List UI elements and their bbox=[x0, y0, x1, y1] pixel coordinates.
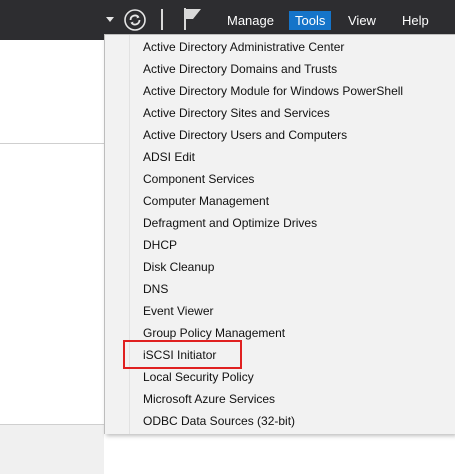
menu-help[interactable]: Help bbox=[402, 11, 429, 30]
menu-manage[interactable]: Manage bbox=[227, 11, 274, 30]
chevron-down-icon[interactable] bbox=[106, 17, 114, 22]
menu-item-group-policy-management[interactable]: Group Policy Management bbox=[143, 323, 285, 343]
menu-item-adsi-edit[interactable]: ADSI Edit bbox=[143, 147, 195, 167]
menu-item-component-services[interactable]: Component Services bbox=[143, 169, 254, 189]
menu-item-ad-sites-services[interactable]: Active Directory Sites and Services bbox=[143, 103, 330, 123]
menu-item-ad-admin-center[interactable]: Active Directory Administrative Center bbox=[143, 37, 344, 57]
menu-item-ad-powershell-module[interactable]: Active Directory Module for Windows Powe… bbox=[143, 81, 403, 101]
menu-item-odbc-32bit[interactable]: ODBC Data Sources (32-bit) bbox=[143, 411, 295, 431]
menu-item-azure-services[interactable]: Microsoft Azure Services bbox=[143, 389, 275, 409]
menu-item-dns[interactable]: DNS bbox=[143, 279, 168, 299]
menu-tools[interactable]: Tools bbox=[289, 11, 332, 30]
menu-item-ad-users-computers[interactable]: Active Directory Users and Computers bbox=[143, 125, 347, 145]
menu-item-disk-cleanup[interactable]: Disk Cleanup bbox=[143, 257, 214, 277]
toolbar-separator bbox=[161, 9, 163, 30]
menu-view[interactable]: View bbox=[348, 11, 376, 30]
panel-footer bbox=[0, 425, 104, 474]
menu-item-iscsi-initiator[interactable]: iSCSI Initiator bbox=[143, 345, 216, 365]
menu-icon-gutter bbox=[105, 35, 130, 434]
menu-item-dhcp[interactable]: DHCP bbox=[143, 235, 177, 255]
menu-item-event-viewer[interactable]: Event Viewer bbox=[143, 301, 213, 321]
menu-item-computer-management[interactable]: Computer Management bbox=[143, 191, 269, 211]
tools-dropdown-menu: Active Directory Administrative Center A… bbox=[104, 34, 455, 434]
menu-item-local-security-policy[interactable]: Local Security Policy bbox=[143, 367, 254, 387]
refresh-icon[interactable] bbox=[123, 8, 147, 32]
menu-item-defragment[interactable]: Defragment and Optimize Drives bbox=[143, 213, 317, 233]
notification-flag-icon[interactable] bbox=[182, 6, 204, 32]
divider bbox=[0, 143, 104, 144]
menu-item-ad-domains-trusts[interactable]: Active Directory Domains and Trusts bbox=[143, 59, 337, 79]
left-panel bbox=[0, 40, 104, 474]
